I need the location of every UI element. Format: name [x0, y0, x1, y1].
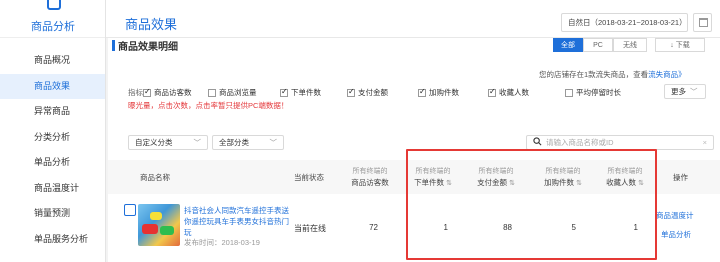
metric-label: 平均停留时长 — [576, 88, 621, 97]
single-analysis-link[interactable]: 单品分析 — [661, 229, 691, 240]
page-title: 商品效果 — [125, 17, 178, 32]
thermometer-link[interactable]: 商品温度计 — [656, 210, 694, 221]
search-placeholder: 请输入商品名称或ID — [546, 138, 614, 147]
sidebar-item-service[interactable]: 单品服务分析 — [0, 227, 105, 253]
chevron-down-icon: ﹀ — [690, 87, 698, 96]
metric-fav[interactable]: 收藏人数 — [488, 87, 529, 98]
publish-time: 发布时间：2018-03-19 — [184, 238, 260, 247]
col-name: 商品名称 — [140, 173, 170, 182]
metric-orders[interactable]: 下单件数 — [280, 87, 321, 98]
metric-label: 加购件数 — [429, 88, 459, 97]
checkbox-cart[interactable] — [418, 87, 426, 97]
checkbox-pay[interactable] — [347, 87, 355, 97]
sidebar: 商品分析 商品概况 商品效果 异常商品 分类分析 单品分析 商品温度计 销量预测… — [0, 0, 106, 262]
dropdown-label: 自定义分类 — [135, 138, 173, 147]
all-category-dropdown[interactable]: 全部分类 ﹀ — [212, 135, 284, 150]
section-accent-bar — [112, 40, 115, 51]
product-name-link[interactable]: 抖音社会人同款汽车遥控手表送你遥控玩具车手表男女抖音热门玩 — [184, 205, 294, 238]
product-analysis-icon — [47, 0, 61, 10]
segment-wireless[interactable]: 无线 — [613, 38, 647, 52]
custom-category-dropdown[interactable]: 自定义分类 ﹀ — [128, 135, 208, 150]
lost-product-notice: 您的店铺存在1款流失商品，查看流失商品》 — [539, 69, 686, 80]
metric-label: 商品浏览量 — [219, 88, 257, 97]
lost-product-link[interactable]: 流失商品》 — [648, 70, 686, 79]
sidebar-item-category[interactable]: 分类分析 — [0, 125, 105, 151]
metric-pay[interactable]: 支付金额 — [347, 87, 388, 98]
main-area: 商品效果 自然日（2018-03-21~2018-03-21） 商品效果明细 全… — [106, 0, 720, 262]
col-label: 商品访客数 — [351, 178, 389, 187]
sidebar-item-single[interactable]: 单品分析 — [0, 150, 105, 176]
checkbox-fav[interactable] — [488, 87, 496, 97]
highlight-box — [406, 149, 657, 260]
more-label: 更多 — [671, 87, 686, 96]
pc-only-warning: 曝光量，点击次数，点击率暂只提供PC端数据！ — [128, 101, 289, 110]
date-range-picker[interactable]: 自然日（2018-03-21~2018-03-21） — [561, 13, 688, 32]
metric-selector: 指标： 商品访客数 商品浏览量 下单件数 支付金额 加购件数 收藏人数 平均停留… — [128, 87, 658, 99]
more-metrics-dropdown[interactable]: 更多 ﹀ — [664, 84, 706, 99]
dropdown-label: 全部分类 — [219, 138, 249, 147]
sidebar-list: 商品概况 商品效果 异常商品 分类分析 单品分析 商品温度计 销量预测 单品服务… — [0, 48, 105, 252]
top-bar: 商品效果 自然日（2018-03-21~2018-03-21） — [106, 0, 720, 38]
product-thumbnail[interactable] — [138, 204, 180, 246]
notice-text: 您的店铺存在1款流失商品，查看 — [539, 70, 649, 79]
metric-cart[interactable]: 加购件数 — [418, 87, 459, 98]
calendar-button[interactable] — [693, 13, 712, 32]
metric-pageviews[interactable]: 商品浏览量 — [208, 87, 257, 98]
calendar-icon — [699, 18, 708, 27]
product-search-input[interactable]: 请输入商品名称或ID × — [526, 135, 714, 150]
section-title: 商品效果明细 — [118, 42, 178, 53]
checkbox-pageviews[interactable] — [208, 88, 216, 97]
sidebar-title: 商品分析 — [31, 21, 75, 33]
metric-label: 收藏人数 — [499, 88, 529, 97]
chevron-down-icon: ﹀ — [193, 138, 202, 147]
toy-car-image — [142, 224, 158, 234]
toy-car-image — [160, 226, 174, 235]
col-status: 当前状态 — [294, 173, 324, 182]
sidebar-item-product-effect[interactable]: 商品效果 — [0, 73, 105, 99]
metric-label: 商品访客数 — [154, 88, 192, 97]
sidebar-item-thermometer[interactable]: 商品温度计 — [0, 176, 105, 202]
metric-stay[interactable]: 平均停留时长 — [565, 87, 621, 98]
col-sub: 所有终端的 — [352, 168, 388, 175]
segment-all[interactable]: 全部 — [553, 38, 583, 52]
metric-visitors[interactable]: 商品访客数 — [143, 87, 192, 98]
download-label: 下载 — [675, 42, 690, 49]
toy-car-image — [150, 212, 162, 220]
checkbox-orders[interactable] — [280, 87, 288, 97]
sidebar-item-abnormal[interactable]: 异常商品 — [0, 99, 105, 125]
col-visitors[interactable]: 所有终端的商品访客数 — [348, 166, 392, 188]
cell-status: 当前在线 — [294, 224, 326, 233]
metric-label: 下单件数 — [291, 88, 321, 97]
col-op: 操作 — [673, 173, 688, 182]
download-button[interactable]: ↓ 下载 — [655, 38, 705, 52]
search-icon — [533, 137, 542, 146]
checkbox-visitors[interactable] — [143, 87, 151, 97]
mobile-icon — [124, 204, 136, 216]
sidebar-header: 商品分析 — [0, 0, 105, 38]
checkbox-stay[interactable] — [565, 88, 573, 97]
segment-pc[interactable]: PC — [583, 38, 613, 52]
section-header: 商品效果明细 全部 PC 无线 ↓ 下载 — [108, 38, 720, 53]
chevron-down-icon: ﹀ — [269, 138, 278, 147]
metric-label: 支付金额 — [358, 88, 388, 97]
sidebar-item-forecast[interactable]: 销量预测 — [0, 201, 105, 227]
sidebar-item-overview[interactable]: 商品概况 — [0, 48, 105, 74]
clear-icon[interactable]: × — [703, 136, 707, 149]
cell-visitors: 72 — [369, 223, 378, 232]
detail-panel: 商品效果明细 全部 PC 无线 ↓ 下载 您的店铺存在1款流失商品，查看流失商品… — [108, 38, 720, 262]
